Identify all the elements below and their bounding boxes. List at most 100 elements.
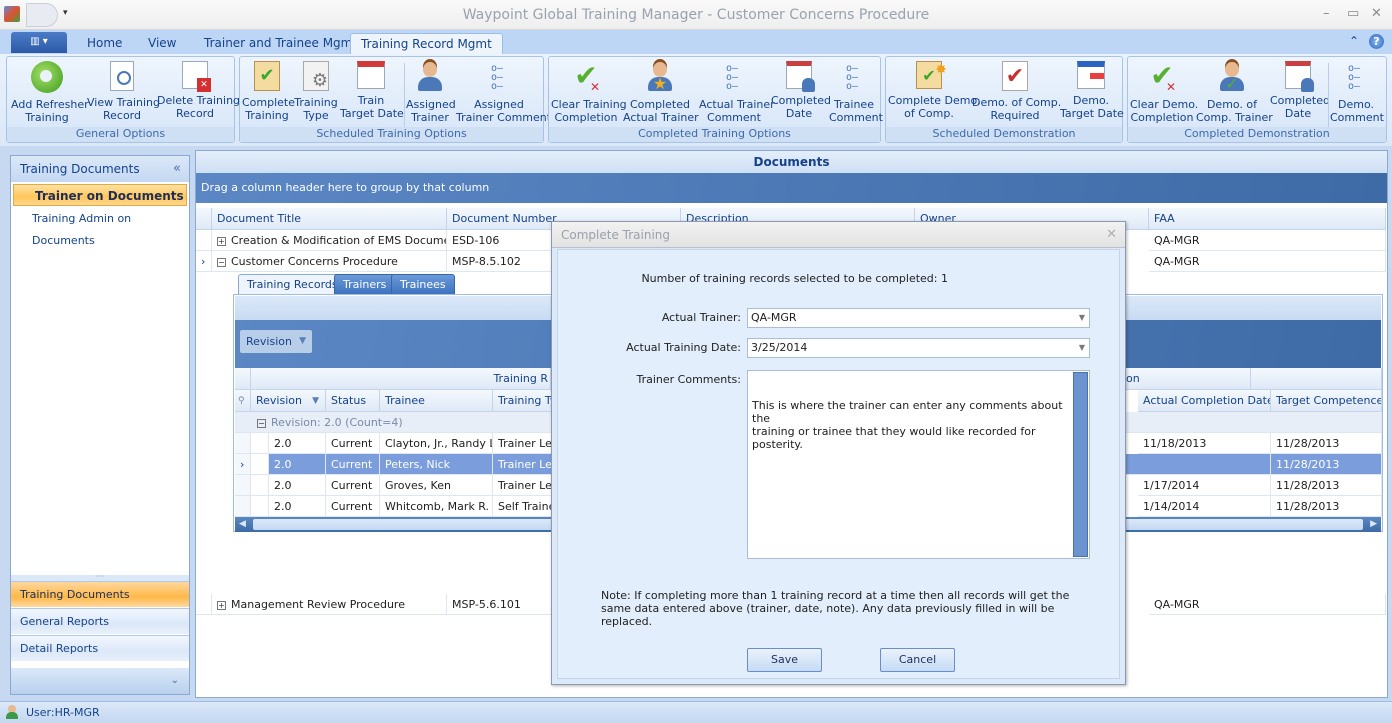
delete-training-record-button[interactable]: Delete TrainingRecord [157, 61, 240, 120]
chevron-down-icon[interactable]: ▼ [1079, 309, 1085, 327]
row-indicator [196, 594, 212, 615]
demo-of-comp-required-button[interactable]: ✔ Demo. of Comp. Required [972, 61, 1061, 122]
band-header-training-record: Training R [251, 368, 551, 390]
demo-target-date-button[interactable]: Demo. Target Date [1060, 61, 1124, 120]
column-header-faa[interactable]: FAA [1149, 208, 1386, 230]
close-icon[interactable]: ✕ [1371, 6, 1382, 21]
status-bar: User:HR-MGR [0, 701, 1392, 722]
column-header-document-title[interactable]: Document Title [212, 208, 447, 230]
clear-training-completion-button[interactable]: ✔ Clear TrainingCompletion [551, 61, 627, 125]
assigned-trainer-button[interactable]: Assigned Trainer [406, 61, 456, 124]
vertical-scrollbar[interactable] [1073, 372, 1088, 557]
save-button[interactable]: Save [747, 648, 822, 672]
filter-icon[interactable]: ▼ [312, 390, 319, 411]
expand-icon[interactable]: + [217, 236, 226, 246]
assigned-trainer-comment-button[interactable]: o— o— o— Assigned Trainer Comment [456, 61, 551, 125]
tab-trainer-trainee-mgmt[interactable]: Trainer and Trainee Mgmt [194, 33, 367, 54]
app-menu-button[interactable]: ▥ ▾ [11, 32, 67, 53]
complete-training-button[interactable]: ✔ Complete Training [242, 61, 295, 122]
help-icon[interactable]: ? [1369, 34, 1384, 49]
person-star-icon [644, 61, 676, 93]
group-by-area[interactable]: Drag a column header here to group by th… [196, 173, 1387, 203]
row-indicator [196, 230, 212, 251]
actual-trainer-dropdown[interactable]: QA-MGR ▼ [747, 308, 1090, 328]
separator [1328, 63, 1329, 127]
band-header-completion: on [1121, 368, 1251, 390]
ribbon-group-completed-demonstration: ✔ Clear Demo.Completion Demo. ofComp. Tr… [1127, 56, 1387, 143]
actual-training-date-picker[interactable]: 3/25/2014 ▼ [747, 338, 1090, 358]
dialog-note: Note: If completing more than 1 training… [601, 589, 1070, 628]
tab-trainers[interactable]: Trainers [334, 274, 396, 295]
demo-comment-button[interactable]: o— o— o— Demo. Comment [1330, 61, 1384, 125]
training-type-button[interactable]: ⚙ Training Type [294, 61, 338, 122]
sidebar-item-trainer-on-documents[interactable]: Trainer on Documents [13, 184, 187, 206]
sidebar-overflow-button[interactable]: ⌄ [11, 668, 189, 694]
complete-demo-of-comp-button[interactable]: ✔ Complete Demo.of Comp. [888, 56, 981, 120]
navigation-sidebar: Training Documents « Trainer on Document… [10, 155, 190, 695]
train-target-date-button[interactable]: Train Target Date [340, 61, 404, 120]
scroll-right-icon[interactable]: ▶ [1370, 517, 1377, 532]
refresh-icon [31, 61, 63, 93]
completed-date-button[interactable]: Completed Date [771, 61, 831, 120]
delete-record-icon [182, 61, 211, 92]
completed-actual-trainer-button[interactable]: CompletedActual Trainer [623, 61, 699, 124]
tab-training-records[interactable]: Training Records [238, 274, 347, 295]
list-icon: o— o— o— [726, 63, 739, 92]
search-icon[interactable]: ⚲ [235, 390, 251, 412]
clear-check-icon: ✔ [570, 61, 602, 94]
tab-trainees[interactable]: Trainees [391, 274, 455, 295]
view-record-icon [110, 61, 134, 91]
ribbon-group-general-options: Add Refresher Training View Training Recor… [6, 56, 240, 143]
tab-view[interactable]: View [138, 33, 186, 54]
trainer-comments-textarea[interactable]: This is where the trainer can enter any … [747, 370, 1090, 559]
trainee-comment-button[interactable]: o— o— o— Trainee Comment [829, 61, 883, 125]
sidebar-item-training-admin-on-documents[interactable]: Training Admin on Documents [11, 208, 189, 247]
ribbon: Add Refresher Training View Training Recor… [0, 54, 1392, 146]
collapse-icon[interactable]: − [217, 257, 226, 267]
demo-of-comp-trainer-button[interactable]: Demo. ofComp. Trainer [1196, 61, 1273, 124]
tab-training-record-mgmt[interactable]: Training Record Mgmt [350, 33, 503, 54]
expand-icon[interactable]: + [217, 600, 226, 610]
column-header-status[interactable]: Status [326, 390, 380, 412]
calendar-icon [357, 61, 385, 89]
tab-home[interactable]: Home [77, 33, 132, 54]
nav-detail-reports[interactable]: Detail Reports [11, 635, 189, 661]
close-icon[interactable]: ✕ [1106, 222, 1117, 248]
cancel-button[interactable]: Cancel [880, 648, 955, 672]
ribbon-group-scheduled-training: ✔ Complete Training ⚙ Training Type Train T… [239, 56, 551, 143]
minimize-icon[interactable]: – [1323, 6, 1330, 21]
calendar-person-icon [1285, 61, 1314, 92]
add-refresher-training-button[interactable]: Add Refresher Training [11, 61, 89, 124]
trainer-comments-label: Trainer Comments: [636, 373, 741, 386]
group-caption: General Options [7, 127, 234, 142]
view-training-record-button[interactable]: View Training Record [87, 61, 160, 122]
column-header-training-type[interactable]: Training Ty [493, 390, 553, 412]
collapse-ribbon-icon[interactable]: ⌃ [1349, 34, 1359, 48]
filter-icon[interactable]: ▼ [299, 330, 306, 353]
column-header-revision[interactable]: Revision ▼ [251, 390, 326, 412]
scroll-left-icon[interactable]: ◀ [239, 517, 246, 532]
title-bar: ▾ Waypoint Global Training Manager - Cus… [0, 0, 1392, 30]
current-user: User:HR-MGR [26, 706, 100, 719]
current-row-indicator: › [196, 251, 212, 272]
completed-demo-date-button[interactable]: Completed Date [1270, 61, 1330, 120]
clipboard-required-icon: ✔ [1002, 61, 1028, 91]
group-chip-revision[interactable]: Revision ▼ [240, 330, 312, 353]
clear-demo-completion-button[interactable]: ✔ Clear Demo.Completion [1130, 61, 1198, 125]
collapse-sidebar-icon[interactable]: « [173, 156, 181, 182]
group-caption: Completed Demonstration [1128, 127, 1386, 142]
column-header-actual-completion-date[interactable]: Actual Completion Date [1138, 390, 1271, 412]
dialog-title: Complete Training [561, 228, 670, 242]
column-header-trainee[interactable]: Trainee [380, 390, 493, 412]
column-header-target-competence-date[interactable]: Target Competence D [1271, 390, 1382, 412]
records-count-label: Number of training records selected to b… [641, 272, 948, 285]
chevron-down-icon[interactable]: ▼ [1079, 339, 1085, 357]
nav-general-reports[interactable]: General Reports [11, 608, 189, 634]
actual-trainer-comment-button[interactable]: o— o— o— Actual Trainer Comment [699, 61, 775, 125]
dialog-body: Number of training records selected to b… [557, 249, 1120, 679]
maximize-icon[interactable]: ▭ [1347, 6, 1359, 21]
user-icon [6, 705, 20, 719]
nav-training-documents[interactable]: Training Documents [11, 581, 189, 607]
collapse-icon[interactable]: − [257, 418, 266, 428]
list-icon: o— o— o— [491, 63, 504, 92]
